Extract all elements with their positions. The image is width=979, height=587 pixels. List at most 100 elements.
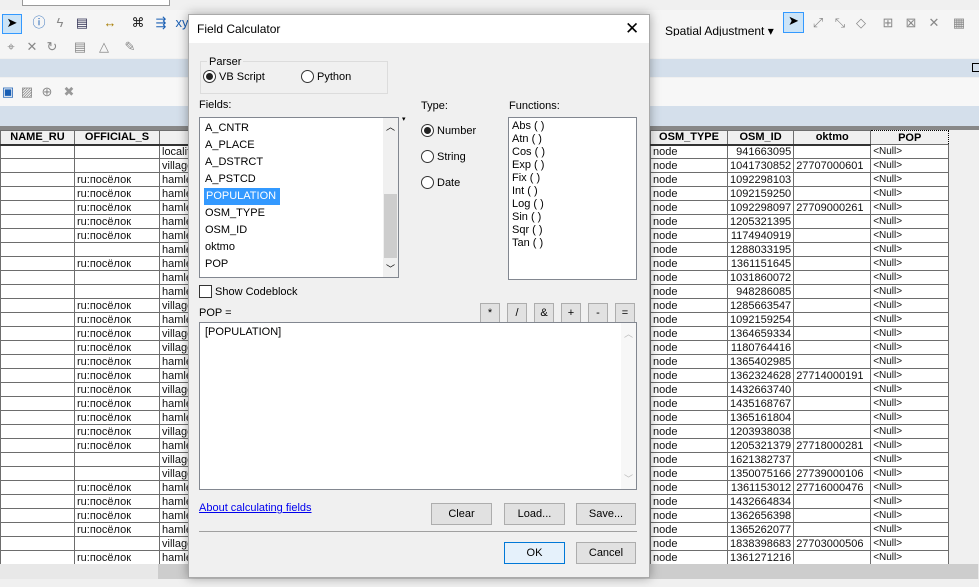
table-cell[interactable]: ru:посёлок <box>74 522 160 537</box>
identify-icon[interactable]: ⓘ <box>31 15 47 31</box>
operator-button[interactable]: / <box>507 303 527 323</box>
table-cell[interactable]: <Null> <box>870 228 950 243</box>
sketch-properties-icon[interactable]: △ <box>96 39 112 55</box>
table-cell[interactable]: <Null> <box>870 508 950 523</box>
table-cell[interactable] <box>74 466 160 481</box>
table-cell[interactable]: 1205321379 <box>726 438 795 453</box>
table-cell[interactable]: node <box>650 312 728 327</box>
table-cell[interactable]: ru:посёлок <box>74 396 160 411</box>
table-cell[interactable] <box>0 298 75 313</box>
table-cell[interactable] <box>0 410 75 425</box>
table-cell[interactable]: node <box>650 382 728 397</box>
table-cell[interactable]: node <box>650 200 728 215</box>
field-item[interactable]: A_CNTR <box>200 120 398 137</box>
table-cell[interactable]: <Null> <box>870 242 950 257</box>
table-cell[interactable] <box>0 172 75 187</box>
function-item[interactable]: Log ( ) <box>512 198 636 211</box>
measure-icon[interactable]: ↔ <box>102 15 118 31</box>
find-binoculars-icon[interactable]: ⌘ <box>130 15 146 31</box>
table-cell[interactable]: node <box>650 452 728 467</box>
table-cell[interactable]: node <box>650 466 728 481</box>
function-item[interactable]: Cos ( ) <box>512 146 636 159</box>
save-button[interactable]: Save... <box>576 503 636 525</box>
table-cell[interactable] <box>0 480 75 495</box>
table-cell[interactable]: <Null> <box>870 410 950 425</box>
column-header[interactable]: POP <box>870 130 950 145</box>
table-cell[interactable] <box>793 228 872 243</box>
table-cell[interactable]: node <box>650 228 728 243</box>
function-item[interactable]: Int ( ) <box>512 185 636 198</box>
function-item[interactable]: Sqr ( ) <box>512 224 636 237</box>
table-cell[interactable]: ru:посёлок <box>74 298 160 313</box>
table-cell[interactable]: <Null> <box>870 452 950 467</box>
table-cell[interactable]: 1432663740 <box>726 382 795 397</box>
table-cell[interactable]: <Null> <box>870 214 950 229</box>
table-cell[interactable]: <Null> <box>870 536 950 551</box>
route-icon[interactable]: ⇶ <box>153 15 169 31</box>
table-cell[interactable]: ru:посёлок <box>74 438 160 453</box>
operator-button[interactable]: * <box>480 303 500 323</box>
table-cell[interactable]: ru:посёлок <box>74 312 160 327</box>
table-cell[interactable]: node <box>650 242 728 257</box>
table-cell[interactable]: 1361151645 <box>726 256 795 271</box>
table-cell[interactable] <box>0 158 75 173</box>
table-cell[interactable]: <Null> <box>870 326 950 341</box>
fields-scrollbar[interactable]: ︿ ﹀ <box>383 118 398 277</box>
table-cell[interactable]: 941663095 <box>726 144 795 159</box>
table-cell[interactable] <box>74 284 160 299</box>
function-item[interactable]: Atn ( ) <box>512 133 636 146</box>
table-cell[interactable] <box>793 340 872 355</box>
table-cell[interactable] <box>0 326 75 341</box>
table-cell[interactable]: 1362324628 <box>726 368 795 383</box>
table-cell[interactable]: node <box>650 354 728 369</box>
load-button[interactable]: Load... <box>504 503 565 525</box>
table-cell[interactable]: 1092159250 <box>726 186 795 201</box>
table-cell[interactable] <box>0 494 75 509</box>
table-cell[interactable]: node <box>650 172 728 187</box>
field-item[interactable]: POPULATION <box>200 188 398 205</box>
table-cell[interactable] <box>0 550 75 565</box>
type-string-radio[interactable]: String <box>421 150 466 163</box>
split-icon[interactable]: ⌖ <box>3 39 19 55</box>
show-codeblock-checkbox[interactable]: Show Codeblock <box>199 285 298 298</box>
table-cell[interactable] <box>0 424 75 439</box>
table-cell[interactable] <box>793 186 872 201</box>
table-cell[interactable] <box>74 452 160 467</box>
parser-python-radio[interactable]: Python <box>301 70 351 83</box>
select-elements-icon[interactable]: ➤ <box>783 12 804 33</box>
cut-icon[interactable]: ✕ <box>24 39 40 55</box>
table-cell[interactable]: 948286085 <box>726 284 795 299</box>
table-cell[interactable] <box>793 284 872 299</box>
table-cell[interactable] <box>74 144 160 159</box>
table-cell[interactable] <box>793 214 872 229</box>
table-cell[interactable]: node <box>650 284 728 299</box>
attributes-icon[interactable]: ▤ <box>72 39 88 55</box>
table-cell[interactable]: 27739000106 <box>793 466 872 481</box>
table-cell[interactable]: <Null> <box>870 256 950 271</box>
table-cell[interactable]: <Null> <box>870 522 950 537</box>
modify-link-icon[interactable]: ⤡ <box>832 15 848 31</box>
table-cell[interactable]: <Null> <box>870 494 950 509</box>
sort-dropdown-icon[interactable]: ▾ <box>402 115 406 123</box>
table-cell[interactable]: node <box>650 396 728 411</box>
table-cell[interactable]: 1838398683 <box>726 536 795 551</box>
rotate-icon[interactable]: ↻ <box>44 39 60 55</box>
table-cell[interactable]: <Null> <box>870 200 950 215</box>
select-by-attributes-icon[interactable]: ▨ <box>19 84 35 100</box>
table-cell[interactable]: 1205321395 <box>726 214 795 229</box>
table-cell[interactable]: 1361153012 <box>726 480 795 495</box>
table-cell[interactable]: 1362656398 <box>726 508 795 523</box>
table-cell[interactable]: node <box>650 368 728 383</box>
table-cell[interactable] <box>0 508 75 523</box>
table-cell[interactable] <box>0 354 75 369</box>
table-cell[interactable]: ru:посёлок <box>74 508 160 523</box>
table-cell[interactable]: 27709000261 <box>793 200 872 215</box>
table-cell[interactable]: ru:посёлок <box>74 424 160 439</box>
table-cell[interactable] <box>0 340 75 355</box>
table-cell[interactable]: ru:посёлок <box>74 480 160 495</box>
column-header[interactable]: OSM_TYPE <box>650 130 728 146</box>
multi-displacement-icon[interactable]: ◇ <box>853 15 869 31</box>
table-cell[interactable] <box>0 144 75 159</box>
table-cell[interactable] <box>793 396 872 411</box>
table-cell[interactable] <box>74 536 160 551</box>
